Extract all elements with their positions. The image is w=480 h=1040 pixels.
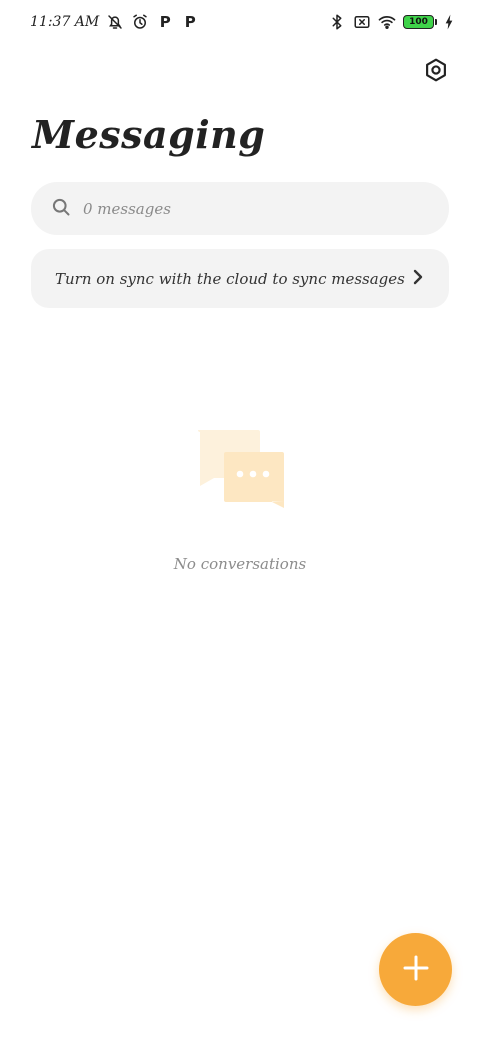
settings-button[interactable] [420,56,452,88]
charging-icon [444,13,454,31]
empty-state-message: No conversations [173,555,307,573]
p-icon: P [159,13,171,31]
battery-tip [435,19,437,25]
notifications-off-icon [106,13,124,31]
battery-level: 100 [403,15,434,29]
messaging-screen: 11:37 AM P P 100 Messaging 0 messages Tu… [0,0,480,1040]
no-sim-icon [353,13,371,31]
search-icon [51,197,71,221]
sync-banner-text: Turn on sync with the cloud to sync mess… [55,269,405,288]
new-conversation-button[interactable] [379,933,452,1006]
status-bar: 11:37 AM P P 100 [0,0,480,44]
status-time: 11:37 AM [30,14,100,30]
wifi-icon [378,13,396,31]
page-title: Messaging [32,112,266,157]
alarm-icon [131,13,149,31]
cloud-sync-banner[interactable]: Turn on sync with the cloud to sync mess… [31,249,449,308]
search-input[interactable] [83,199,403,218]
search-bar[interactable] [31,182,449,235]
status-right: 100 [328,13,454,31]
settings-icon [423,57,449,87]
empty-conversations-icon [196,428,286,510]
p-icon: P [184,13,196,31]
status-left: 11:37 AM P P [30,13,199,31]
bluetooth-icon [328,13,346,31]
plus-icon [402,954,430,986]
chevron-right-icon [411,269,425,289]
battery-indicator: 100 [403,15,437,29]
